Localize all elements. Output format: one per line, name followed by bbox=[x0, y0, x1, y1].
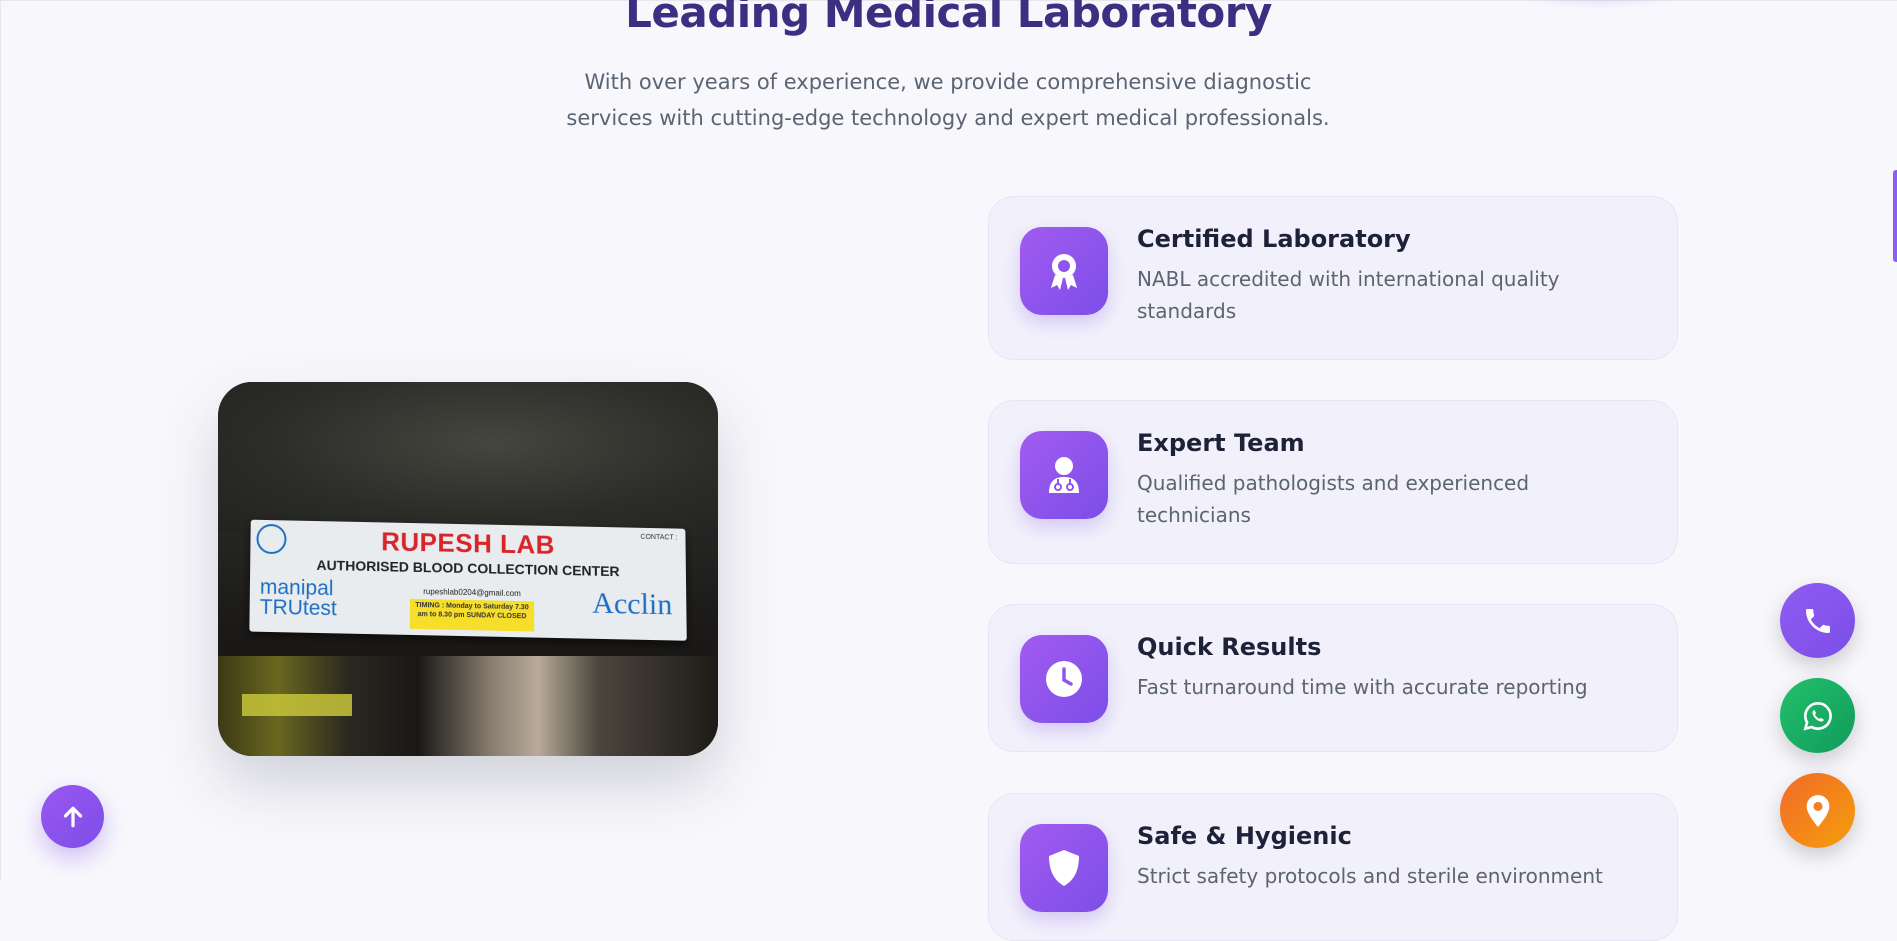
photo-ceiling bbox=[218, 382, 718, 532]
map-pin-icon bbox=[1804, 794, 1832, 828]
feature-card-safe-hygienic: Safe & Hygienic Strict safety protocols … bbox=[988, 793, 1678, 941]
sign-acclin-logo: Acclin bbox=[592, 587, 672, 623]
section-subtitle: With over years of experience, we provid… bbox=[560, 64, 1336, 136]
feature-description: NABL accredited with international quali… bbox=[1137, 263, 1637, 327]
feature-title: Expert Team bbox=[1137, 429, 1305, 457]
feature-icon-box bbox=[1020, 227, 1108, 315]
lab-storefront-photo: CONTACT : RUPESH LAB AUTHORISED BLOOD CO… bbox=[218, 382, 718, 756]
feature-icon-box bbox=[1020, 431, 1108, 519]
side-edge-tab[interactable] bbox=[1893, 170, 1897, 262]
feature-description: Strict safety protocols and sterile envi… bbox=[1137, 860, 1637, 892]
feature-title: Quick Results bbox=[1137, 633, 1321, 661]
award-icon bbox=[1045, 250, 1083, 292]
sign-email: rupeshlab0204@gmail.com bbox=[408, 587, 536, 599]
sign-trutest-text: TRUtest bbox=[260, 598, 337, 620]
feature-icon-box bbox=[1020, 635, 1108, 723]
whatsapp-button[interactable] bbox=[1780, 678, 1855, 753]
arrow-up-icon bbox=[60, 804, 86, 830]
sign-timing: TIMING : Monday to Saturday 7.30 am to 8… bbox=[410, 599, 534, 632]
phone-icon bbox=[1802, 605, 1834, 637]
feature-card-quick-results: Quick Results Fast turnaround time with … bbox=[988, 604, 1678, 752]
photo-street-detail bbox=[242, 694, 352, 716]
section-title: Leading Medical Laboratory bbox=[0, 0, 1897, 38]
feature-icon-box bbox=[1020, 824, 1108, 912]
call-button[interactable] bbox=[1780, 583, 1855, 658]
left-divider bbox=[0, 0, 1, 880]
doctor-icon bbox=[1047, 455, 1081, 495]
feature-card-expert-team: Expert Team Qualified pathologists and e… bbox=[988, 400, 1678, 564]
whatsapp-icon bbox=[1802, 700, 1834, 732]
shield-icon bbox=[1047, 848, 1081, 888]
location-button[interactable] bbox=[1780, 773, 1855, 848]
clock-icon bbox=[1045, 660, 1083, 698]
feature-title: Safe & Hygienic bbox=[1137, 822, 1352, 850]
lab-signboard: CONTACT : RUPESH LAB AUTHORISED BLOOD CO… bbox=[249, 520, 686, 641]
feature-description: Fast turnaround time with accurate repor… bbox=[1137, 671, 1637, 703]
feature-description: Qualified pathologists and experienced t… bbox=[1137, 467, 1637, 531]
feature-card-certified: Certified Laboratory NABL accredited wit… bbox=[988, 196, 1678, 360]
sign-manipal-logo: manipal TRUtest bbox=[260, 578, 337, 620]
scroll-to-top-button[interactable] bbox=[41, 785, 104, 848]
feature-title: Certified Laboratory bbox=[1137, 225, 1411, 253]
